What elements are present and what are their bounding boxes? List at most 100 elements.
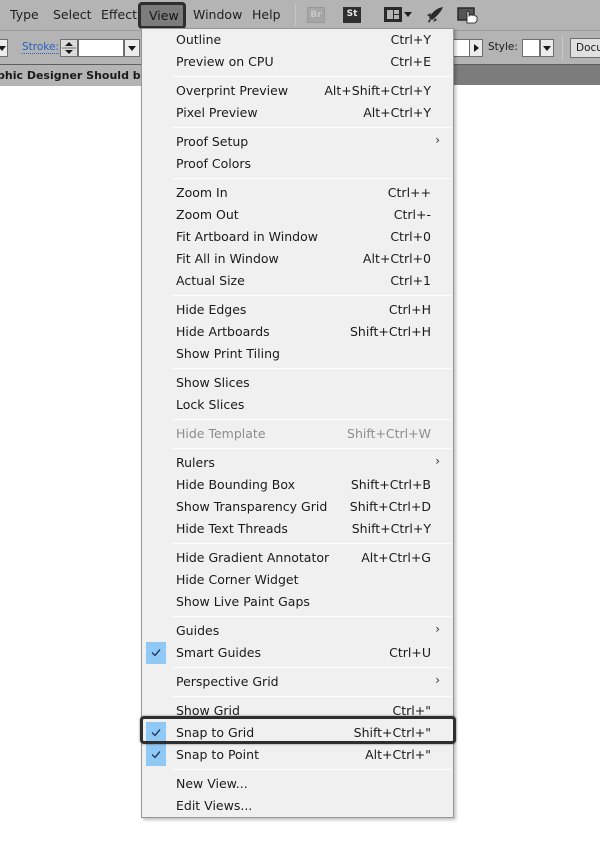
menu-item-snap-to-point[interactable]: Snap to Point Alt+Ctrl+"	[142, 744, 453, 766]
view-menu-dropdown: Outline Ctrl+Y Preview on CPU Ctrl+E Overpri…	[141, 28, 454, 818]
menu-item-shortcut: Ctrl+0	[390, 229, 431, 244]
graphic-style-dropdown[interactable]	[540, 39, 554, 57]
menu-item-edit-views[interactable]: Edit Views...	[142, 795, 453, 817]
menu-item-label: Rulers	[176, 455, 215, 470]
menu-item-shortcut: Alt+Ctrl+"	[365, 747, 431, 762]
menu-item-shortcut: Alt+Ctrl+G	[361, 550, 431, 565]
menu-item-show-live-paint-gaps[interactable]: Show Live Paint Gaps	[142, 591, 453, 613]
menu-item-actual-size[interactable]: Actual Size Ctrl+1	[142, 270, 453, 292]
menu-item-shortcut: Ctrl+"	[392, 703, 431, 718]
menu-item-hide-text-threads[interactable]: Hide Text Threads Shift+Ctrl+Y	[142, 518, 453, 540]
graphic-style-swatch[interactable]	[522, 39, 540, 57]
menu-item-shortcut: Ctrl++	[387, 185, 431, 200]
menu-item-shortcut: Ctrl+Y	[390, 32, 431, 47]
menu-item-lock-slices[interactable]: Lock Slices	[142, 394, 453, 416]
chevron-down-icon	[0, 46, 6, 51]
menu-item-perspective-grid[interactable]: Perspective Grid ›	[142, 671, 453, 693]
menu-item-label: Snap to Point	[176, 747, 259, 762]
menu-item-proof-setup[interactable]: Proof Setup ›	[142, 131, 453, 153]
menu-item-label: Zoom Out	[176, 207, 239, 222]
menu-item-show-slices[interactable]: Show Slices	[142, 372, 453, 394]
menu-item-label: Pixel Preview	[176, 105, 258, 120]
menu-help[interactable]: Help	[252, 7, 281, 22]
menu-separator	[172, 76, 452, 77]
menu-item-show-transparency-grid[interactable]: Show Transparency Grid Shift+Ctrl+D	[142, 496, 453, 518]
chevron-down-icon[interactable]	[404, 12, 412, 17]
rocket-icon[interactable]	[425, 6, 445, 24]
menu-item-shortcut: Ctrl+H	[388, 302, 431, 317]
menubar-divider	[295, 4, 296, 26]
menu-item-preview-on-cpu[interactable]: Preview on CPU Ctrl+E	[142, 51, 453, 73]
menu-separator	[172, 127, 452, 128]
menu-view[interactable]: View	[138, 2, 186, 29]
menu-type[interactable]: Type	[10, 7, 39, 22]
menu-item-label: New View...	[176, 776, 248, 791]
menu-item-hide-artboards[interactable]: Hide Artboards Shift+Ctrl+H	[142, 321, 453, 343]
menu-item-guides[interactable]: Guides ›	[142, 620, 453, 642]
menu-item-hide-bounding-box[interactable]: Hide Bounding Box Shift+Ctrl+B	[142, 474, 453, 496]
menu-item-label: Preview on CPU	[176, 54, 274, 69]
stock-icon[interactable]: St	[343, 7, 361, 23]
menu-item-proof-colors[interactable]: Proof Colors	[142, 153, 453, 175]
touch-workspace-icon[interactable]	[457, 6, 479, 24]
menu-item-show-grid[interactable]: Show Grid Ctrl+"	[142, 700, 453, 722]
menu-item-overprint-preview[interactable]: Overprint Preview Alt+Shift+Ctrl+Y	[142, 80, 453, 102]
menu-item-shortcut: Alt+Shift+Ctrl+Y	[324, 83, 431, 98]
menu-item-smart-guides[interactable]: Smart Guides Ctrl+U	[142, 642, 453, 664]
bridge-icon[interactable]: Br	[307, 7, 325, 23]
menu-item-rulers[interactable]: Rulers ›	[142, 452, 453, 474]
fill-dropdown[interactable]	[0, 39, 8, 57]
menu-separator	[172, 178, 452, 179]
menu-item-hide-gradient-annotator[interactable]: Hide Gradient Annotator Alt+Ctrl+G	[142, 547, 453, 569]
menu-item-zoom-out[interactable]: Zoom Out Ctrl+-	[142, 204, 453, 226]
menu-separator	[172, 696, 452, 697]
menu-effect[interactable]: Effect	[101, 7, 137, 22]
menu-item-label: Show Transparency Grid	[176, 499, 328, 514]
menu-item-label: Hide Bounding Box	[176, 477, 296, 492]
menu-item-label: Fit Artboard in Window	[176, 229, 318, 244]
checkmark-icon	[146, 744, 166, 766]
menu-item-label: Proof Setup	[176, 134, 249, 149]
menu-item-outline[interactable]: Outline Ctrl+Y	[142, 29, 453, 51]
menu-item-label: Smart Guides	[176, 645, 262, 660]
stroke-weight-dropdown[interactable]	[124, 39, 140, 57]
menu-item-shortcut: Ctrl+E	[390, 54, 431, 69]
menu-item-hide-edges[interactable]: Hide Edges Ctrl+H	[142, 299, 453, 321]
menu-item-pixel-preview[interactable]: Pixel Preview Alt+Ctrl+Y	[142, 102, 453, 124]
chevron-down-icon	[543, 46, 551, 51]
opacity-input[interactable]	[454, 39, 470, 57]
submenu-arrow-icon: ›	[435, 622, 440, 636]
style-label: Style:	[488, 41, 518, 53]
menu-window[interactable]: Window	[193, 7, 242, 22]
menu-item-label: Hide Template	[176, 426, 266, 441]
menu-item-show-print-tiling[interactable]: Show Print Tiling	[142, 343, 453, 365]
stroke-weight-input[interactable]	[78, 39, 124, 57]
menu-item-shortcut: Shift+Ctrl+"	[353, 725, 431, 740]
stroke-label[interactable]: Stroke:	[22, 41, 59, 54]
menu-item-new-view[interactable]: New View...	[142, 773, 453, 795]
menu-item-hide-corner-widget[interactable]: Hide Corner Widget	[142, 569, 453, 591]
menu-item-label: Hide Corner Widget	[176, 572, 299, 587]
menu-item-snap-to-grid[interactable]: Snap to Grid Shift+Ctrl+"	[142, 722, 453, 744]
stroke-stepper[interactable]	[60, 39, 78, 57]
menu-item-shortcut: Ctrl+U	[389, 645, 431, 660]
checkmark-icon	[146, 642, 166, 664]
menu-item-label: Lock Slices	[176, 397, 245, 412]
document-tab[interactable]: phic Designer Should be Us	[0, 65, 142, 86]
menu-item-shortcut: Ctrl+1	[390, 273, 431, 288]
menu-separator	[172, 769, 452, 770]
opacity-slider-button[interactable]	[469, 39, 483, 57]
arrange-documents-icon[interactable]	[384, 7, 402, 22]
menu-item-label: Show Slices	[176, 375, 250, 390]
menu-item-fit-all-in-window[interactable]: Fit All in Window Alt+Ctrl+0	[142, 248, 453, 270]
menu-item-zoom-in[interactable]: Zoom In Ctrl++	[142, 182, 453, 204]
menu-item-shortcut: Shift+Ctrl+H	[350, 324, 431, 339]
document-setup-button[interactable]: Docu	[570, 38, 600, 58]
menu-item-label: Hide Text Threads	[176, 521, 288, 536]
checkmark-icon	[146, 722, 166, 744]
menu-item-label: Actual Size	[176, 273, 245, 288]
menu-select[interactable]: Select	[53, 7, 92, 22]
menu-item-fit-artboard-in-window[interactable]: Fit Artboard in Window Ctrl+0	[142, 226, 453, 248]
stepper-arrows-icon	[62, 42, 76, 54]
menu-item-shortcut: Ctrl+-	[393, 207, 431, 222]
